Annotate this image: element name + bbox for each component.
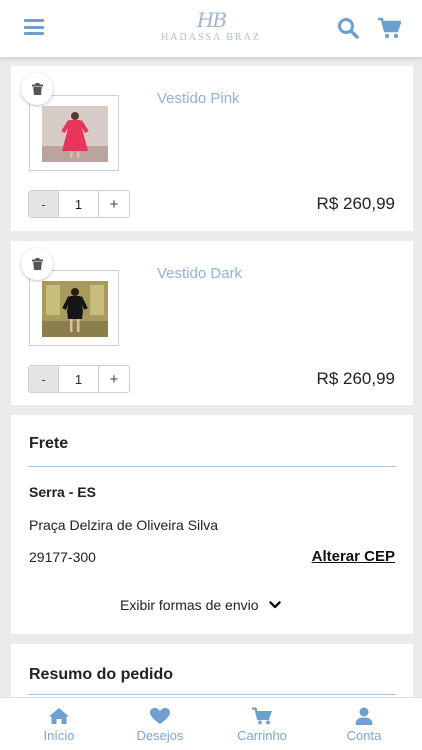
product-image-vestido-dark[interactable] — [29, 270, 119, 346]
search-icon[interactable] — [337, 17, 359, 39]
shopping-cart-icon[interactable] — [377, 17, 401, 39]
product-image-vestido-pink[interactable] — [29, 95, 119, 171]
increase-quantity-button[interactable]: + — [99, 191, 129, 217]
tab-desejos[interactable]: Desejos — [118, 698, 202, 750]
cart-item: Vestido Pink - 1 + R$ 260,99 — [11, 66, 413, 231]
cart-item: Vestido Dark - 1 + R$ 260,99 — [11, 241, 413, 405]
order-summary-title: Resumo do pedido — [29, 666, 173, 683]
user-icon — [355, 707, 373, 725]
chevron-down-icon — [268, 601, 281, 609]
tab-label: Início — [43, 728, 75, 743]
shipping-cep: 29177-300 — [29, 549, 96, 565]
trash-icon[interactable] — [21, 73, 53, 105]
tab-conta[interactable]: Conta — [322, 698, 406, 750]
shipping-street: Praça Delzira de Oliveira Silva — [29, 517, 219, 533]
increase-quantity-button[interactable]: + — [99, 366, 129, 392]
product-name[interactable]: Vestido Pink — [157, 90, 240, 107]
show-shipping-options-label: Exibir formas de envio — [120, 597, 259, 613]
quantity-value[interactable]: 1 — [59, 191, 99, 217]
tab-carrinho[interactable]: Carrinho — [220, 698, 304, 750]
tab-label: Desejos — [136, 728, 184, 743]
heart-icon — [150, 708, 170, 724]
logo-text: HADASSA BRAZ — [161, 32, 261, 43]
hamburger-menu-icon[interactable] — [24, 19, 44, 35]
quantity-stepper: - 1 + — [28, 190, 130, 218]
item-price: R$ 260,99 — [316, 369, 395, 388]
brand-logo[interactable]: HB HADASSA BRAZ — [161, 8, 261, 50]
divider — [28, 466, 396, 467]
cart-icon — [252, 707, 272, 725]
product-name[interactable]: Vestido Dark — [157, 265, 242, 282]
tab-label: Conta — [346, 728, 382, 743]
divider — [28, 694, 396, 695]
bottom-tab-bar: Início Desejos Carrinho Conta — [0, 697, 422, 750]
item-price: R$ 260,99 — [316, 194, 395, 213]
decrease-quantity-button[interactable]: - — [29, 366, 59, 392]
change-cep-link[interactable]: Alterar CEP — [312, 548, 395, 565]
app-header: HB HADASSA BRAZ — [0, 0, 422, 57]
shipping-title: Frete — [29, 435, 69, 452]
home-icon — [49, 708, 69, 724]
quantity-value[interactable]: 1 — [59, 366, 99, 392]
quantity-stepper: - 1 + — [28, 365, 130, 393]
show-shipping-options-button[interactable]: Exibir formas de envio — [120, 597, 281, 613]
decrease-quantity-button[interactable]: - — [29, 191, 59, 217]
logo-monogram: HB — [196, 8, 227, 32]
trash-icon[interactable] — [21, 248, 53, 280]
tab-label: Carrinho — [237, 728, 287, 743]
tab-inicio[interactable]: Início — [17, 698, 101, 750]
shipping-card: Frete Serra - ES Praça Delzira de Olivei… — [11, 415, 413, 634]
shipping-city: Serra - ES — [29, 484, 96, 500]
